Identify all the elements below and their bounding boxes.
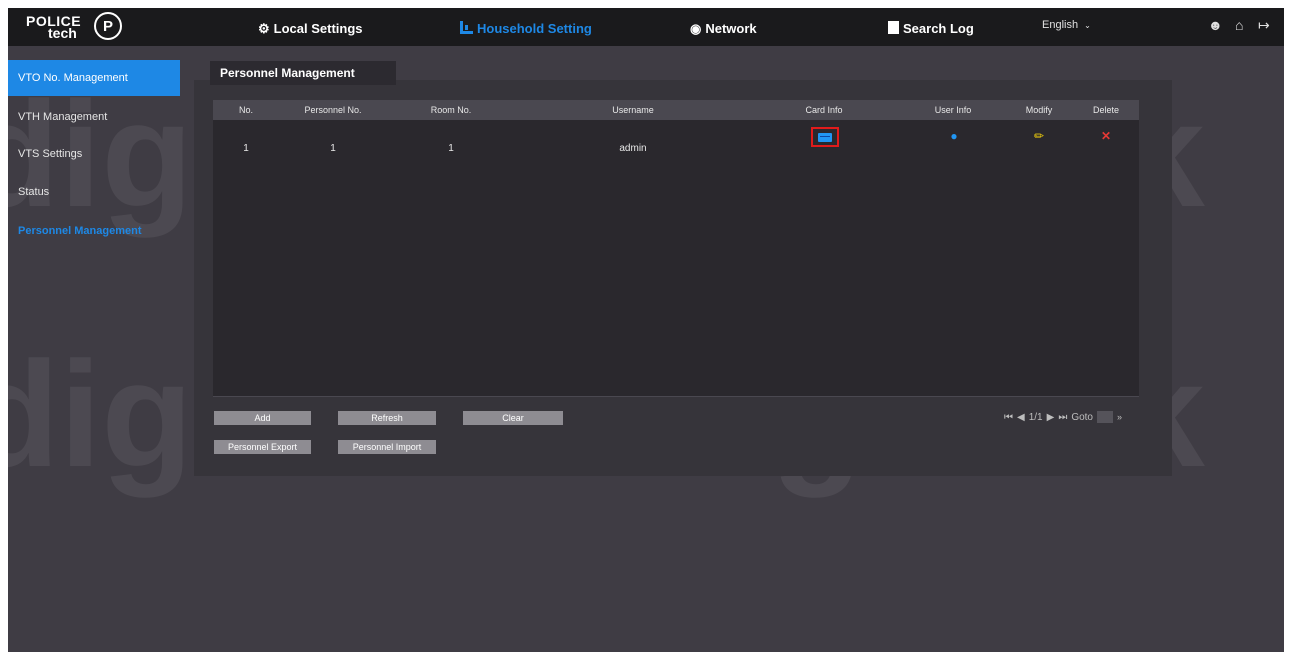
personnel-import-button[interactable]: Personnel Import xyxy=(338,440,436,454)
grid-icon xyxy=(460,20,473,36)
col-header-card-info: Card Info xyxy=(805,105,843,115)
table-header: No. Personnel No. Room No. Username Card… xyxy=(213,100,1139,120)
nav-search-log-label: Search Log xyxy=(903,20,974,36)
sidebar-item-label: Status xyxy=(18,186,50,198)
nav-network-label: Network xyxy=(705,20,757,36)
brand-line2: tech xyxy=(48,25,77,41)
nav-search-log[interactable]: Search Log xyxy=(888,18,974,38)
user-info-icon[interactable]: ● xyxy=(950,129,957,143)
col-header-personnel-no: Personnel No. xyxy=(304,105,362,115)
goto-page-input[interactable] xyxy=(1097,411,1113,423)
add-button[interactable]: Add xyxy=(214,411,311,425)
chevron-down-icon: ⌄ xyxy=(1084,21,1091,30)
app-window: digitklik digitklik digitklik digitklik … xyxy=(8,8,1284,652)
last-page-icon[interactable]: ⏭ xyxy=(1058,412,1067,423)
language-label: English xyxy=(1042,19,1079,31)
sidebar-item-vts-settings[interactable]: VTS Settings xyxy=(8,136,180,172)
logout-icon[interactable]: ↦ xyxy=(1258,17,1270,34)
page-indicator: 1/1 xyxy=(1028,411,1043,423)
log-icon xyxy=(888,20,899,36)
personnel-export-button[interactable]: Personnel Export xyxy=(214,440,311,454)
cell-personnel-no: 1 xyxy=(330,143,336,154)
goto-go-icon[interactable]: » xyxy=(1117,412,1122,422)
sidebar-item-status[interactable]: Status xyxy=(8,174,180,210)
nav-local-settings[interactable]: ⚙ Local Settings xyxy=(258,18,363,38)
personnel-table: No. Personnel No. Room No. Username Card… xyxy=(213,100,1139,397)
next-page-icon[interactable]: ▶ xyxy=(1047,412,1055,423)
col-header-no: No. xyxy=(238,105,254,115)
sidebar-item-vth-management[interactable]: VTH Management xyxy=(8,99,180,135)
user-icon[interactable]: ☻ xyxy=(1208,17,1223,33)
prev-page-icon[interactable]: ◀ xyxy=(1017,412,1025,423)
col-header-modify: Modify xyxy=(1025,105,1053,115)
globe-icon: ◉ xyxy=(690,20,702,36)
sidebar-item-label: Personnel Management xyxy=(18,225,142,237)
sidebar-item-vto-no-management[interactable]: VTO No. Management xyxy=(8,60,180,96)
cell-room-no: 1 xyxy=(448,143,454,154)
delete-icon[interactable]: ✕ xyxy=(1101,129,1111,143)
first-page-icon[interactable]: ⏮ xyxy=(1004,412,1013,423)
nav-household-setting[interactable]: Household Setting xyxy=(460,18,592,38)
tab-personnel-management[interactable]: Personnel Management xyxy=(210,61,396,85)
brand-badge: P xyxy=(94,12,122,40)
card-info-button[interactable] xyxy=(811,127,839,147)
sidebar-item-label: VTO No. Management xyxy=(18,72,128,84)
brand-logo: POLICE tech P xyxy=(26,11,131,43)
col-header-delete: Delete xyxy=(1092,105,1120,115)
top-nav-bar: POLICE tech P ⚙ Local Settings Household… xyxy=(8,8,1284,46)
pagination: ⏮ ◀ 1/1 ▶ ⏭ Goto » xyxy=(1004,411,1122,423)
panel-tab-label: Personnel Management xyxy=(220,66,355,80)
goto-label: Goto xyxy=(1071,411,1093,423)
home-icon[interactable]: ⌂ xyxy=(1235,17,1243,33)
card-icon xyxy=(818,132,832,142)
sidebar-item-label: VTH Management xyxy=(18,111,108,123)
gear-icon: ⚙ xyxy=(258,20,270,36)
edit-icon[interactable]: ✏ xyxy=(1034,129,1044,143)
nav-household-setting-label: Household Setting xyxy=(477,20,592,36)
clear-button[interactable]: Clear xyxy=(463,411,563,425)
refresh-button[interactable]: Refresh xyxy=(338,411,436,425)
col-header-user-info: User Info xyxy=(934,105,972,115)
cell-no: 1 xyxy=(243,143,249,154)
cell-username: admin xyxy=(619,143,647,154)
nav-local-settings-label: Local Settings xyxy=(273,20,363,36)
col-header-room-no: Room No. xyxy=(430,105,472,115)
nav-network[interactable]: ◉ Network xyxy=(690,18,757,38)
col-header-username: Username xyxy=(612,105,654,115)
sidebar-item-label: VTS Settings xyxy=(18,148,83,160)
language-select[interactable]: English ⌄ xyxy=(1042,19,1091,31)
sidebar-item-personnel-management[interactable]: Personnel Management xyxy=(8,213,180,249)
